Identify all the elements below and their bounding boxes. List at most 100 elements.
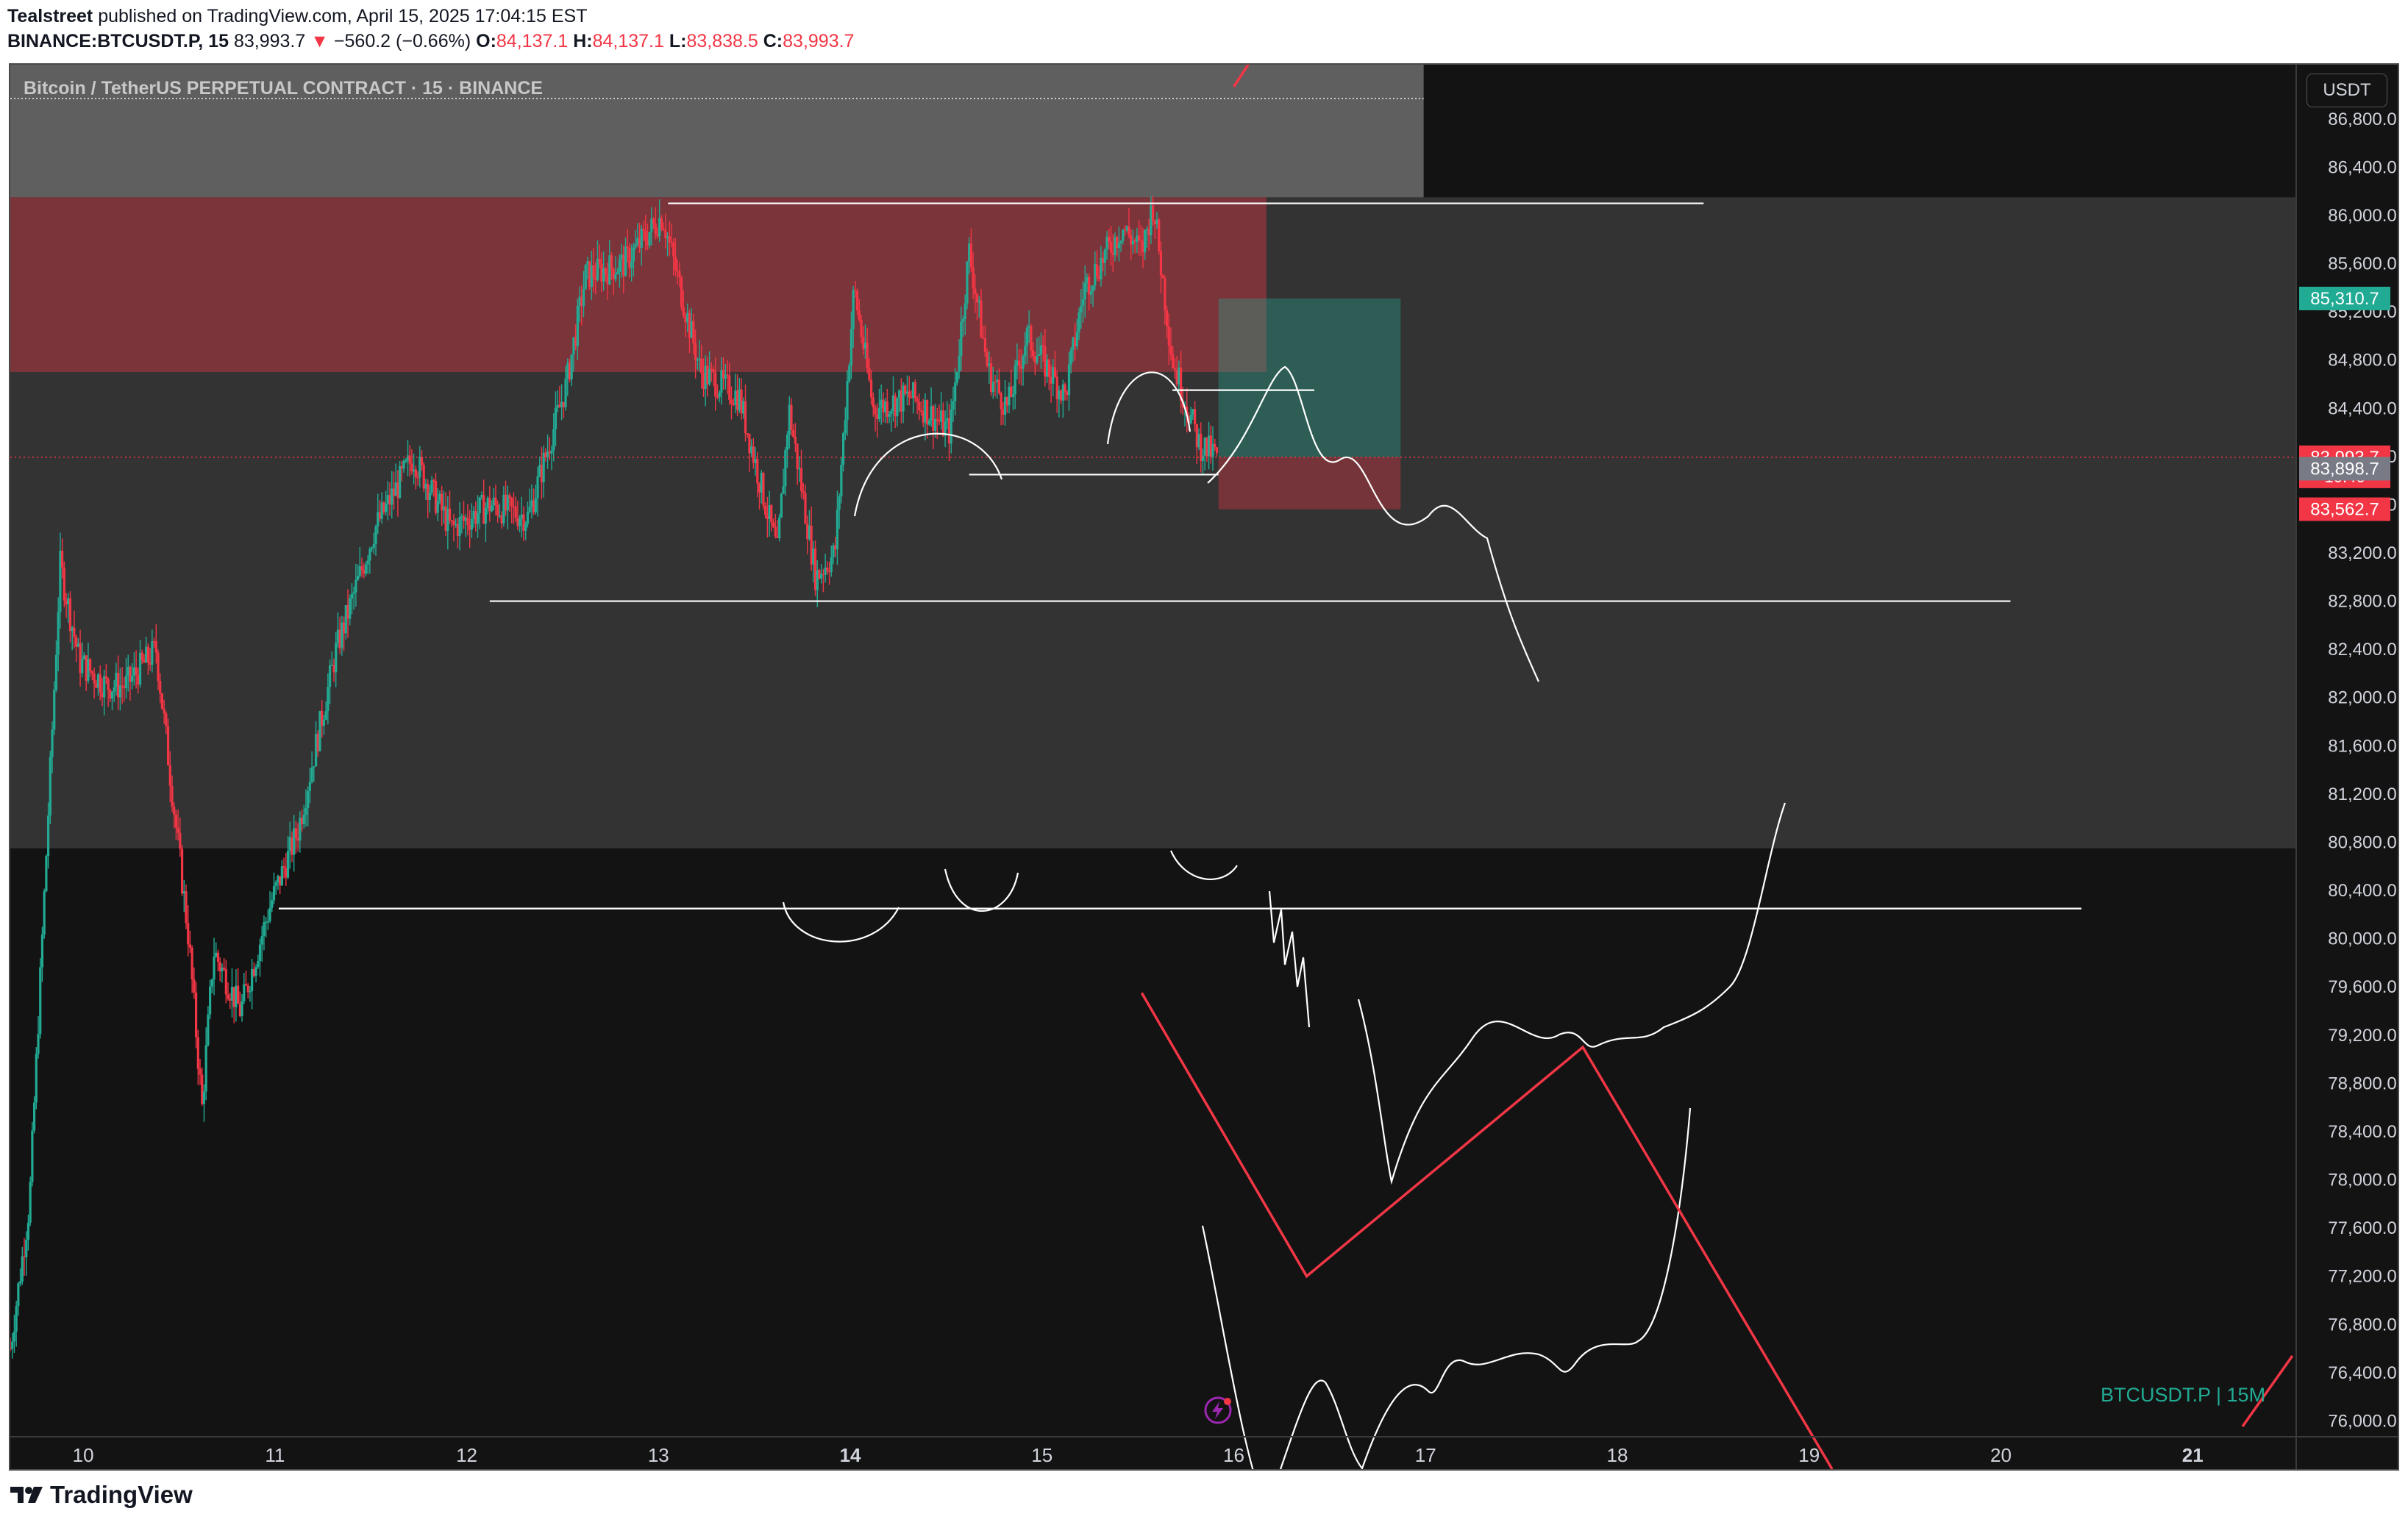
candle-body xyxy=(1103,249,1106,263)
candle-body xyxy=(770,504,773,523)
lightning-icon[interactable] xyxy=(1202,1394,1234,1426)
price-tick-label: 78,800.0 xyxy=(2328,1074,2396,1093)
candle-body xyxy=(335,643,338,673)
candle-body xyxy=(99,674,101,693)
candle-body xyxy=(43,891,46,935)
candle-body xyxy=(496,505,499,516)
candle-body xyxy=(53,689,56,730)
candle-body xyxy=(364,564,368,574)
candle-body xyxy=(648,232,651,246)
candle-body xyxy=(241,1001,243,1016)
candle-body xyxy=(868,368,871,380)
chart-title: Bitcoin / TetherUS PERPETUAL CONTRACT · … xyxy=(24,78,544,99)
candle-body xyxy=(308,782,312,791)
candle-body xyxy=(37,1034,40,1054)
time-tick-label: 18 xyxy=(1607,1444,1628,1466)
candle-body xyxy=(355,579,357,593)
candle-body xyxy=(933,418,937,431)
candle-body xyxy=(146,646,150,662)
candle-body xyxy=(29,1182,32,1223)
candle-body xyxy=(726,374,729,376)
candle-body xyxy=(154,641,157,653)
low-value: 83,838.5 xyxy=(686,31,758,51)
candle-body xyxy=(1214,443,1217,448)
candle-body xyxy=(974,288,977,295)
time-tick-label: 21 xyxy=(2182,1444,2204,1466)
candle-body xyxy=(654,224,657,235)
candle-body xyxy=(1053,367,1057,377)
candle-body xyxy=(762,473,765,506)
candle-body xyxy=(282,866,285,868)
candle-body xyxy=(966,261,969,304)
candle-body xyxy=(173,807,176,815)
candle-body xyxy=(630,261,633,268)
candle-body xyxy=(712,369,715,373)
chart-canvas[interactable]: 86,800.086,400.086,000.085,600.085,200.0… xyxy=(10,65,2398,1469)
candle-body xyxy=(49,757,51,816)
candle-body xyxy=(180,849,184,894)
candle-body xyxy=(826,567,829,571)
candle-body xyxy=(972,267,975,289)
candle-body xyxy=(950,409,952,444)
published-text: published on TradingView.com, April 15, … xyxy=(98,6,588,26)
tradingview-logo[interactable]: TradingView xyxy=(9,1481,193,1509)
chart-panel[interactable]: 86,800.0 86,400.0 86,000.0 85,600.0 85,200.0… xyxy=(9,63,2399,1471)
candle-body xyxy=(416,477,419,479)
candle-body xyxy=(1011,394,1015,397)
price-tick-label: 82,400.0 xyxy=(2328,640,2396,660)
time-tick-label: 10 xyxy=(73,1444,94,1466)
candle-body xyxy=(1038,354,1041,357)
candle-body xyxy=(792,429,795,437)
candle-body xyxy=(466,518,469,526)
footer-bar: TradingView xyxy=(0,1471,2408,1525)
publish-line: Tealstreet published on TradingView.com,… xyxy=(7,6,587,27)
candle-body xyxy=(1080,305,1083,312)
candle-body xyxy=(952,401,955,410)
price-tick-label: 78,000.0 xyxy=(2328,1171,2396,1190)
candle-body xyxy=(598,258,601,264)
candle-body xyxy=(304,807,307,815)
candle-body xyxy=(1077,312,1080,332)
price-tick-label: 86,400.0 xyxy=(2328,157,2396,177)
currency-selector[interactable]: USDT xyxy=(2307,74,2387,107)
publisher-name[interactable]: Tealstreet xyxy=(7,6,93,26)
price-tick-label: 79,200.0 xyxy=(2328,1026,2396,1046)
candle-body xyxy=(165,713,168,726)
candle-body xyxy=(490,505,494,512)
candle-body xyxy=(26,1222,30,1240)
candle-body xyxy=(1139,239,1142,242)
price-tick-label: 81,600.0 xyxy=(2328,736,2396,756)
candle-body xyxy=(187,923,190,945)
candle-body xyxy=(1167,326,1170,346)
candle-body xyxy=(848,365,851,382)
candle-body xyxy=(202,1091,206,1104)
candle-body xyxy=(983,338,987,352)
price-tick-label: 86,000.0 xyxy=(2328,206,2396,226)
candle-body xyxy=(1172,354,1175,369)
candle-body xyxy=(582,289,585,307)
candle-body xyxy=(852,290,855,329)
candle-body xyxy=(991,382,994,393)
candle-body xyxy=(680,277,683,307)
candle-body xyxy=(385,503,388,512)
candle-body xyxy=(1083,282,1086,300)
candle-body xyxy=(209,986,212,1015)
candle-body xyxy=(616,271,619,275)
price-axis-bg xyxy=(2296,65,2398,1469)
price-tick-label: 84,400.0 xyxy=(2328,399,2396,418)
candle-body xyxy=(294,828,297,839)
freehand-drawing xyxy=(1201,1107,1692,1469)
candle-body xyxy=(672,242,675,257)
candle-body xyxy=(682,307,685,316)
candle-body xyxy=(604,268,607,274)
freehand-drawing xyxy=(1169,850,1238,881)
candle-body xyxy=(908,391,911,398)
candle-body xyxy=(313,766,316,768)
candle-body xyxy=(874,407,877,415)
time-tick-label: 19 xyxy=(1798,1444,1820,1466)
candle-body xyxy=(61,550,64,568)
price-tick-label: 82,000.0 xyxy=(2328,688,2396,708)
candle-body xyxy=(151,641,154,665)
candle-body xyxy=(196,1037,199,1069)
candle-body xyxy=(405,460,407,462)
